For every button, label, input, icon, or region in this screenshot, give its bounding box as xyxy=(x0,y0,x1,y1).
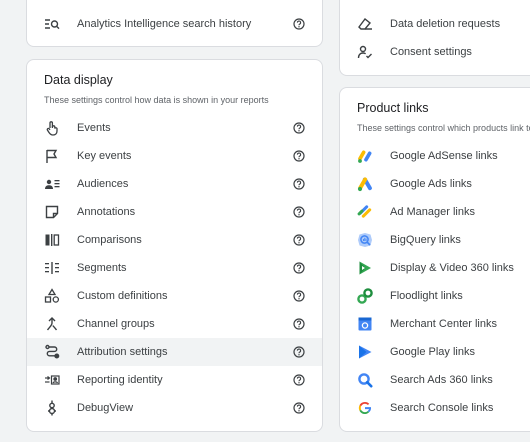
product-link-adsense[interactable]: Google AdSense links xyxy=(340,142,530,170)
search-console-icon xyxy=(357,400,373,416)
identity-icon xyxy=(44,372,60,388)
search-history-card: Analytics Intelligence search history xyxy=(26,0,323,47)
bigquery-icon xyxy=(357,232,373,248)
settings-item-attribution-settings[interactable]: Attribution settings xyxy=(27,338,322,366)
settings-item-channel-groups[interactable]: Channel groups xyxy=(27,310,322,338)
settings-item-label: Events xyxy=(77,122,111,134)
adsense-icon xyxy=(357,148,373,164)
product-link-ad-manager[interactable]: Ad Manager links xyxy=(340,198,530,226)
comparison-icon xyxy=(44,232,60,248)
annotation-icon xyxy=(44,204,60,220)
product-link-label: Floodlight links xyxy=(390,290,463,302)
settings-item-data-deletion[interactable]: Data deletion requests xyxy=(340,10,530,38)
settings-item-label: Attribution settings xyxy=(77,346,168,358)
merge-icon xyxy=(44,316,60,332)
help-icon[interactable] xyxy=(293,150,305,162)
touch-icon xyxy=(44,120,60,136)
settings-item-label: Segments xyxy=(77,262,127,274)
google-play-icon xyxy=(357,344,373,360)
eraser-icon xyxy=(357,16,373,32)
settings-item-label: Annotations xyxy=(77,206,136,218)
audience-icon xyxy=(44,176,60,192)
settings-item-comparisons[interactable]: Comparisons xyxy=(27,226,322,254)
product-link-dv360[interactable]: Display & Video 360 links xyxy=(340,254,530,282)
help-icon[interactable] xyxy=(293,206,305,218)
google-ads-icon xyxy=(357,176,373,192)
dv360-icon xyxy=(357,260,373,276)
help-icon[interactable] xyxy=(293,374,305,386)
settings-item-label: Consent settings xyxy=(390,46,472,58)
flag-icon xyxy=(44,148,60,164)
settings-item-label: Key events xyxy=(77,150,132,162)
settings-item-label: Audiences xyxy=(77,178,129,190)
product-link-google-play[interactable]: Google Play links xyxy=(340,338,530,366)
card-title: Data display xyxy=(44,73,113,87)
settings-item-label: Comparisons xyxy=(77,234,142,246)
product-link-label: Google Ads links xyxy=(390,178,472,190)
product-link-label: Google Play links xyxy=(390,346,475,358)
settings-item-reporting-identity[interactable]: Reporting identity xyxy=(27,366,322,394)
help-icon[interactable] xyxy=(293,18,305,30)
product-link-label: Ad Manager links xyxy=(390,206,475,218)
data-display-card: Data display These settings control how … xyxy=(26,59,323,432)
route-icon xyxy=(44,344,60,360)
help-icon[interactable] xyxy=(293,234,305,246)
product-link-google-ads[interactable]: Google Ads links xyxy=(340,170,530,198)
shapes-icon xyxy=(44,288,60,304)
settings-item-events[interactable]: Events xyxy=(27,114,322,142)
product-link-search-ads-360[interactable]: Search Ads 360 links xyxy=(340,366,530,394)
search-history-icon xyxy=(44,16,60,32)
settings-item-segments[interactable]: Segments xyxy=(27,254,322,282)
settings-item-label: Data deletion requests xyxy=(390,18,501,30)
product-link-label: Display & Video 360 links xyxy=(390,262,514,274)
help-icon[interactable] xyxy=(293,318,305,330)
consent-icon xyxy=(357,44,373,60)
settings-item-consent[interactable]: Consent settings xyxy=(340,38,530,66)
card-subtitle: These settings control how data is shown… xyxy=(44,95,269,105)
search-ads-360-icon xyxy=(357,372,373,388)
card-title: Product links xyxy=(357,101,429,115)
settings-item-debugview[interactable]: DebugView xyxy=(27,394,322,422)
settings-item-label: Channel groups xyxy=(77,318,155,330)
product-link-bigquery[interactable]: BigQuery links xyxy=(340,226,530,254)
help-icon[interactable] xyxy=(293,178,305,190)
settings-item-label: Custom definitions xyxy=(77,290,168,302)
ad-manager-icon xyxy=(357,204,373,220)
help-icon[interactable] xyxy=(293,402,305,414)
settings-item-label: DebugView xyxy=(77,402,134,414)
product-link-search-console[interactable]: Search Console links xyxy=(340,394,530,422)
help-icon[interactable] xyxy=(293,290,305,302)
help-icon[interactable] xyxy=(293,262,305,274)
product-link-floodlight[interactable]: Floodlight links xyxy=(340,282,530,310)
product-link-label: BigQuery links xyxy=(390,234,461,246)
settings-item-audiences[interactable]: Audiences xyxy=(27,170,322,198)
merchant-center-icon xyxy=(357,316,373,332)
data-collection-card: Data deletion requests Consent settings xyxy=(339,0,530,76)
segments-icon xyxy=(44,260,60,276)
help-icon[interactable] xyxy=(293,122,305,134)
settings-item-label: Analytics Intelligence search history xyxy=(77,18,252,30)
floodlight-icon xyxy=(357,288,373,304)
debug-icon xyxy=(44,400,60,416)
card-subtitle: These settings control which products li… xyxy=(357,123,530,133)
product-link-label: Search Console links xyxy=(390,402,494,414)
settings-item-annotations[interactable]: Annotations xyxy=(27,198,322,226)
settings-item-search-history[interactable]: Analytics Intelligence search history xyxy=(27,10,322,38)
settings-item-key-events[interactable]: Key events xyxy=(27,142,322,170)
settings-item-label: Reporting identity xyxy=(77,374,163,386)
product-link-label: Search Ads 360 links xyxy=(390,374,493,386)
product-link-label: Merchant Center links xyxy=(390,318,497,330)
settings-item-custom-definitions[interactable]: Custom definitions xyxy=(27,282,322,310)
help-icon[interactable] xyxy=(293,346,305,358)
product-links-card: Product links These settings control whi… xyxy=(339,87,530,432)
product-link-merchant-center[interactable]: Merchant Center links xyxy=(340,310,530,338)
product-link-label: Google AdSense links xyxy=(390,150,498,162)
